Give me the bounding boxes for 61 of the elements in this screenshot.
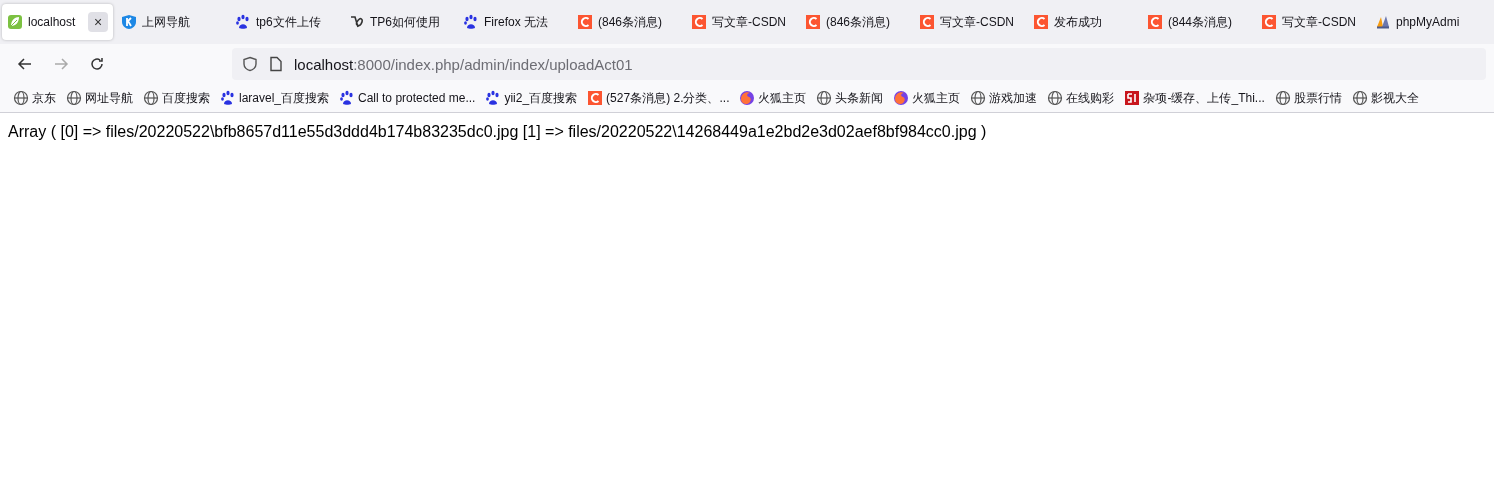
browser-tab[interactable]: (846条消息) <box>800 4 911 40</box>
globe-icon <box>143 90 159 106</box>
browser-tab[interactable]: 写文章-CSDN <box>914 4 1025 40</box>
fox-globe-icon <box>893 90 910 106</box>
back-arrow-icon[interactable] <box>17 56 33 72</box>
paw-icon <box>463 14 479 30</box>
browser-tab[interactable]: phpMyAdmi <box>1370 4 1481 40</box>
globe-icon <box>1047 90 1064 106</box>
browser-tab[interactable]: localhost × <box>2 4 113 40</box>
paw-icon <box>220 90 236 106</box>
reload-icon[interactable] <box>89 56 105 72</box>
fox-globe-icon <box>739 90 756 106</box>
bookmark-item[interactable]: 火狐主页 <box>890 87 964 109</box>
globe-icon <box>13 90 29 106</box>
sail-logo-icon <box>1375 14 1391 30</box>
bookmark-item[interactable]: laravel_百度搜索 <box>217 87 333 109</box>
shield-icon <box>242 56 258 72</box>
bookmark-item[interactable]: 影视大全 <box>1348 87 1422 109</box>
bookmark-item[interactable]: 股票行情 <box>1271 87 1345 109</box>
browser-tab[interactable]: (846条消息) <box>572 4 683 40</box>
leaf-icon <box>7 14 23 30</box>
c-logo-icon <box>1261 14 1277 30</box>
bookmark-item[interactable]: 京东 <box>10 87 59 109</box>
bookmark-item[interactable]: 火狐主页 <box>736 87 810 109</box>
array-output-text: Array ( [0] => files/20220522\bfb8657d11e55d3ddd4b174b83235dc0.jpg [1] => files/20220522\14268449a1e2bd2e3d02aef8bf984cc0.jpg ) <box>8 123 987 140</box>
swirl-icon <box>349 14 365 30</box>
browser-tab[interactable]: 写文章-CSDN <box>686 4 797 40</box>
globe-icon <box>66 90 82 106</box>
c-logo-icon <box>691 14 707 30</box>
bookmark-item[interactable]: 在线购彩 <box>1044 87 1118 109</box>
address-field[interactable]: localhost:8000/index.php/admin/index/uploadAct01 <box>232 48 1486 80</box>
browser-tab[interactable]: tp6文件上传 <box>230 4 341 40</box>
bookmark-item[interactable]: Call to protected me... <box>336 88 479 108</box>
c-logo-icon <box>1147 14 1163 30</box>
c-logo-icon <box>577 14 593 30</box>
globe-icon <box>816 90 833 106</box>
globe-icon <box>970 90 987 106</box>
browser-tab[interactable]: Firefox 无法 <box>458 4 569 40</box>
bookmark-item[interactable]: 百度搜索 <box>140 87 213 109</box>
c-logo-icon <box>805 14 821 30</box>
browser-tab[interactable]: (844条消息) <box>1142 4 1253 40</box>
browser-tab[interactable]: TP6如何使用 <box>344 4 455 40</box>
c-logo-icon <box>919 14 935 30</box>
close-tab-button[interactable]: × <box>88 12 108 32</box>
number-logo-icon <box>1124 90 1141 106</box>
page-icon <box>268 56 284 72</box>
globe-icon <box>1351 90 1368 106</box>
browser-tab[interactable]: 上网导航 <box>116 4 227 40</box>
c-logo-icon <box>1033 14 1049 30</box>
globe-icon <box>1274 90 1291 106</box>
bookmark-item[interactable]: yii2_百度搜索 <box>482 87 581 109</box>
bookmark-item[interactable]: 网址导航 <box>63 87 136 109</box>
browser-tab[interactable]: 发布成功 <box>1028 4 1139 40</box>
shield-icon <box>121 14 137 30</box>
bookmark-item[interactable]: 游戏加速 <box>967 87 1041 109</box>
bookmark-item[interactable]: 杂项-缓存、上传_Thi... <box>1121 87 1268 109</box>
bookmark-item[interactable]: (527条消息) 2.分类、... <box>584 87 733 109</box>
browser-tab[interactable]: 写文章-CSDN <box>1256 4 1367 40</box>
bookmark-item[interactable]: 头条新闻 <box>813 87 887 109</box>
paw-icon <box>235 14 251 30</box>
c-logo-icon <box>587 90 604 106</box>
